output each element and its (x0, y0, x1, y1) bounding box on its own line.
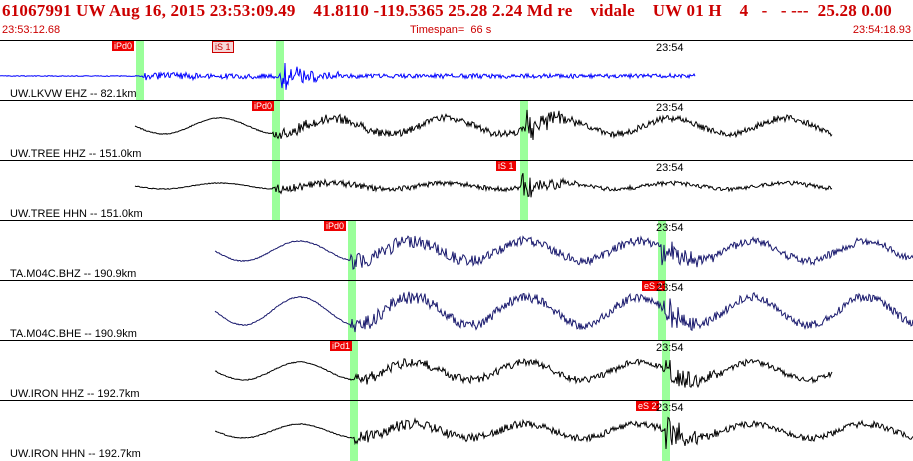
trace-panel-lkvw-ehz[interactable]: iPd0 iS 1 23:54 UW.LKVW EHZ -- 82.1km (0, 40, 913, 101)
timespan-label: Timespan= 66 s (410, 24, 492, 36)
pick-marker[interactable]: iPd0 (324, 221, 347, 231)
trace-panel-tree-hhn[interactable]: iS 1 23:54 UW.TREE HHN -- 151.0km (0, 160, 913, 221)
station-label: UW.TREE HHN -- 151.0km (10, 208, 143, 220)
pick-marker[interactable]: iS 1 (496, 161, 516, 171)
time-mark: 23:54 (656, 162, 684, 174)
trace-panel-iron-hhn[interactable]: eS 2 23:54 UW.IRON HHN -- 192.7km (0, 400, 913, 461)
trace-panel-tree-hhz[interactable]: iPd0 23:54 UW.TREE HHZ -- 151.0km (0, 100, 913, 161)
time-mark: 23:54 (656, 102, 684, 114)
pick-marker[interactable]: iPd0 (112, 41, 135, 51)
trace-panel-iron-hhz[interactable]: iPd1 23:54 UW.IRON HHZ -- 192.7km (0, 340, 913, 401)
time-mark: 23:54 (656, 342, 684, 354)
time-mark: 23:54 (656, 282, 684, 294)
start-time: 23:53:12.68 (2, 24, 61, 36)
station-label: UW.IRON HHZ -- 192.7km (10, 388, 140, 400)
trace-panel-m04c-bhz[interactable]: iPd0 23:54 TA.M04C.BHZ -- 190.9km (0, 220, 913, 281)
time-mark: 23:54 (656, 402, 684, 414)
station-label: UW.IRON HHN -- 192.7km (10, 448, 141, 460)
station-label: TA.M04C.BHZ -- 190.9km (10, 268, 137, 280)
time-mark: 23:54 (656, 42, 684, 54)
event-header: 61067991 UW Aug 16, 2015 23:53:09.49 41.… (0, 0, 913, 40)
time-mark: 23:54 (656, 222, 684, 234)
station-label: TA.M04C.BHE -- 190.9km (10, 328, 137, 340)
event-title: 61067991 UW Aug 16, 2015 23:53:09.49 41.… (2, 1, 892, 20)
pick-marker[interactable]: iS 1 (212, 41, 234, 53)
waveform (0, 62, 696, 90)
end-time: 23:54:18.93 (852, 24, 911, 36)
station-label: UW.TREE HHZ -- 151.0km (10, 148, 142, 160)
station-label: UW.LKVW EHZ -- 82.1km (10, 88, 137, 100)
trace-panel-m04c-bhe[interactable]: eS 2 23:54 TA.M04C.BHE -- 190.9km (0, 280, 913, 341)
pick-marker[interactable]: iPd0 (252, 101, 275, 111)
waveform (214, 235, 913, 270)
pick-marker[interactable]: iPd1 (330, 341, 353, 351)
